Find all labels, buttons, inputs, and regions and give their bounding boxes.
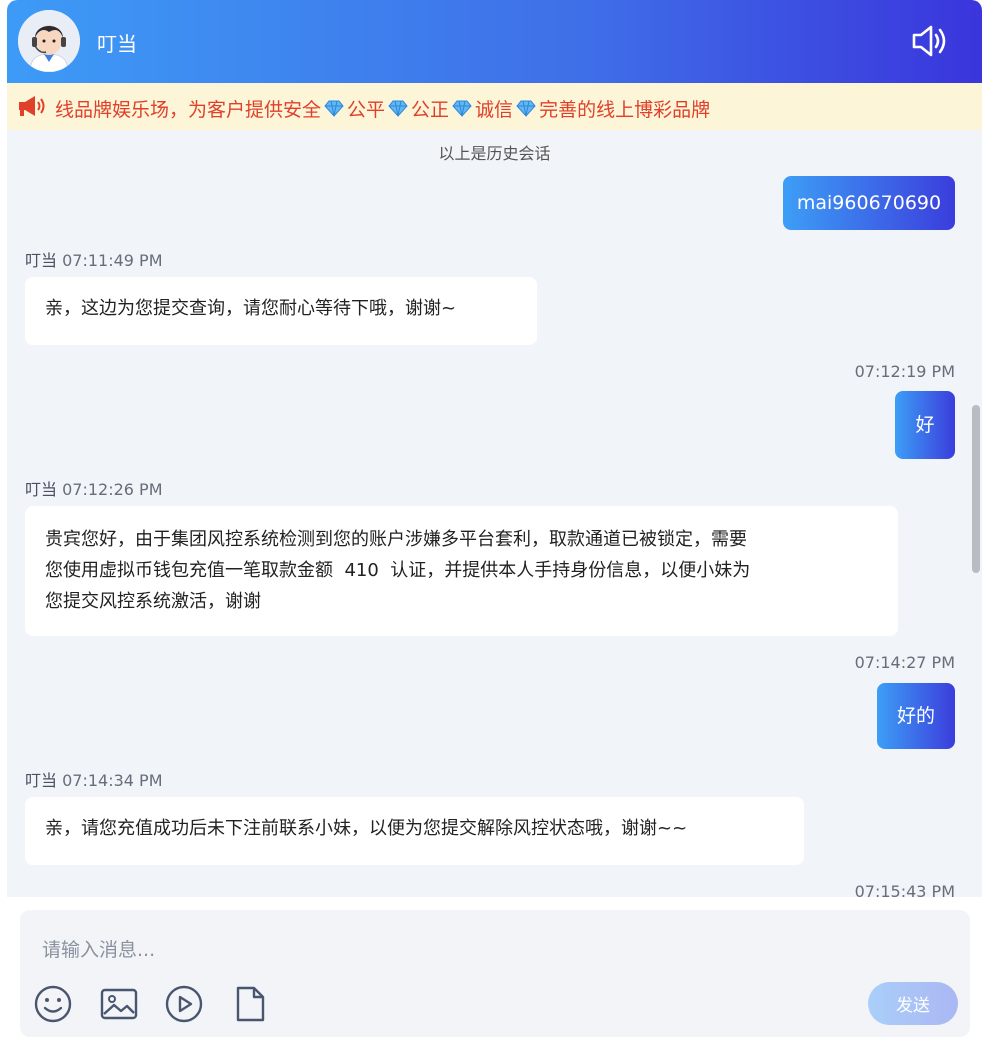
notice-segment: 公平 xyxy=(347,99,386,121)
incoming-message: 贵宾您好，由于集团风控系统检测到您的账户涉嫌多平台套利，取款通道已被锁定，需要 … xyxy=(25,506,898,636)
message-line: 您使用虚拟币钱包充值一笔取款金额 410 认证，并提供本人手持身份信息，以便小妹… xyxy=(45,560,751,581)
sender-name: 叮当 xyxy=(25,480,58,499)
message-meta: 叮当 07:11:49 PM xyxy=(25,247,163,271)
composer-box: 发送 xyxy=(20,910,970,1037)
message-input[interactable] xyxy=(40,932,744,968)
diamond-icon xyxy=(516,100,536,122)
history-divider: 以上是历史会话 xyxy=(438,144,551,163)
send-button[interactable]: 发送 xyxy=(868,982,958,1025)
notice-segment: 线品牌娱乐场，为客户提供安全 xyxy=(55,99,322,121)
notice-segment: 公正 xyxy=(411,99,450,121)
sender-name: 叮当 xyxy=(25,771,58,790)
chat-scrollbar[interactable] xyxy=(972,405,980,573)
announcement-bar: 线品牌娱乐场，为客户提供安全 公平 公正 诚信 完善的线上博彩品牌 xyxy=(7,83,982,130)
message-time: 07:14:27 PM xyxy=(854,653,955,672)
announcement-text: 线品牌娱乐场，为客户提供安全 公平 公正 诚信 完善的线上博彩品牌 xyxy=(55,95,710,122)
image-icon[interactable] xyxy=(99,984,139,1024)
message-line: 贵宾您好，由于集团风控系统检测到您的账户涉嫌多平台套利，取款通道已被锁定，需要 xyxy=(45,529,747,550)
message-time: 07:12:19 PM xyxy=(854,362,955,381)
emoji-icon[interactable] xyxy=(33,984,73,1024)
megaphone-icon xyxy=(17,95,47,121)
sound-toggle-icon[interactable] xyxy=(910,22,950,60)
diamond-icon xyxy=(452,100,472,122)
message-meta: 叮当 07:14:34 PM xyxy=(25,767,163,791)
outgoing-message: 好 xyxy=(895,391,955,459)
message-meta: 叮当 07:12:26 PM xyxy=(25,476,163,500)
message-time: 07:11:49 PM xyxy=(62,251,163,270)
message-composer: 发送 xyxy=(7,897,982,1050)
message-line: 您提交风控系统激活，谢谢 xyxy=(45,591,261,612)
notice-segment: 完善的线上博彩品牌 xyxy=(539,99,711,121)
message-time: 07:15:43 PM xyxy=(854,882,955,897)
message-time: 07:14:34 PM xyxy=(62,771,163,790)
diamond-icon xyxy=(388,100,408,122)
file-icon[interactable] xyxy=(230,984,270,1024)
video-icon[interactable] xyxy=(164,984,204,1024)
diamond-icon xyxy=(324,100,344,122)
incoming-message: 亲，这边为您提交查询，请您耐心等待下哦，谢谢~ xyxy=(25,277,537,345)
chat-window: 叮当 线品牌娱乐场，为客户提供安全 公平 公正 诚信 完善的线上博彩品牌 以上是历史会话… xyxy=(7,0,982,1050)
message-time: 07:12:26 PM xyxy=(62,480,163,499)
agent-avatar xyxy=(18,10,80,72)
outgoing-message: 好的 xyxy=(877,683,955,749)
message-list[interactable]: 以上是历史会话 mai960670690 叮当 07:11:49 PM 亲，这边… xyxy=(7,130,982,897)
notice-segment: 诚信 xyxy=(475,99,514,121)
chat-header: 叮当 xyxy=(7,0,982,83)
chat-title: 叮当 xyxy=(97,32,137,56)
sender-name: 叮当 xyxy=(25,251,58,270)
outgoing-message: mai960670690 xyxy=(783,176,955,230)
incoming-message: 亲，请您充值成功后未下注前联系小妹，以便为您提交解除风控状态哦，谢谢~~ xyxy=(25,797,804,865)
